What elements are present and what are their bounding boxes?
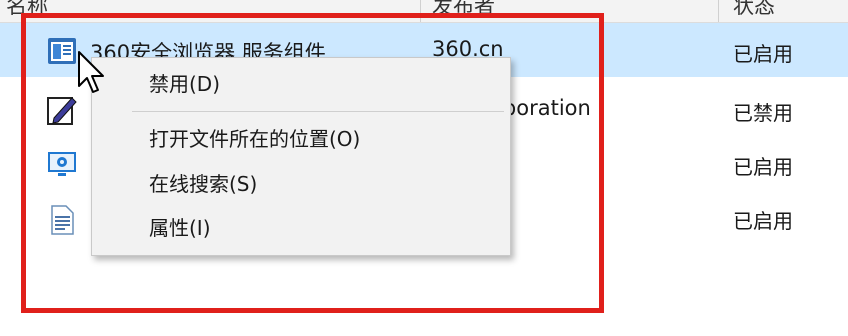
monitor-gear-icon [46, 148, 78, 180]
column-header: 名称 发布者 状态 [0, 0, 848, 23]
column-separator[interactable] [718, 0, 719, 22]
menu-item-open-file-location[interactable]: 打开文件所在的位置(O) [92, 121, 510, 157]
browser-service-icon [46, 35, 78, 67]
column-status-header[interactable]: 状态 [733, 0, 775, 22]
document-icon [46, 204, 78, 236]
menu-item-disable[interactable]: 禁用(D) [92, 66, 510, 102]
column-publisher-header[interactable]: 发布者 [432, 0, 495, 22]
context-menu: 禁用(D) 打开文件所在的位置(O) 在线搜索(S) 属性(I) [91, 57, 511, 256]
mouse-cursor-icon [77, 50, 107, 98]
pen-edit-icon [46, 94, 78, 126]
column-name-header[interactable]: 名称 [6, 0, 48, 22]
menu-item-label: 在线搜索(S) [149, 172, 258, 196]
startup-app-status: 已启用 [733, 209, 793, 233]
menu-item-label: 禁用(D) [149, 72, 221, 96]
startup-app-status: 已启用 [733, 155, 793, 179]
startup-app-status: 已启用 [733, 42, 793, 66]
column-separator[interactable] [420, 0, 421, 22]
menu-item-search-online[interactable]: 在线搜索(S) [92, 166, 510, 202]
startup-app-status: 已禁用 [733, 101, 793, 125]
menu-divider [132, 111, 504, 112]
menu-item-properties[interactable]: 属性(I) [92, 210, 510, 246]
menu-item-label: 打开文件所在的位置(O) [149, 127, 361, 151]
menu-item-label: 属性(I) [149, 216, 211, 240]
